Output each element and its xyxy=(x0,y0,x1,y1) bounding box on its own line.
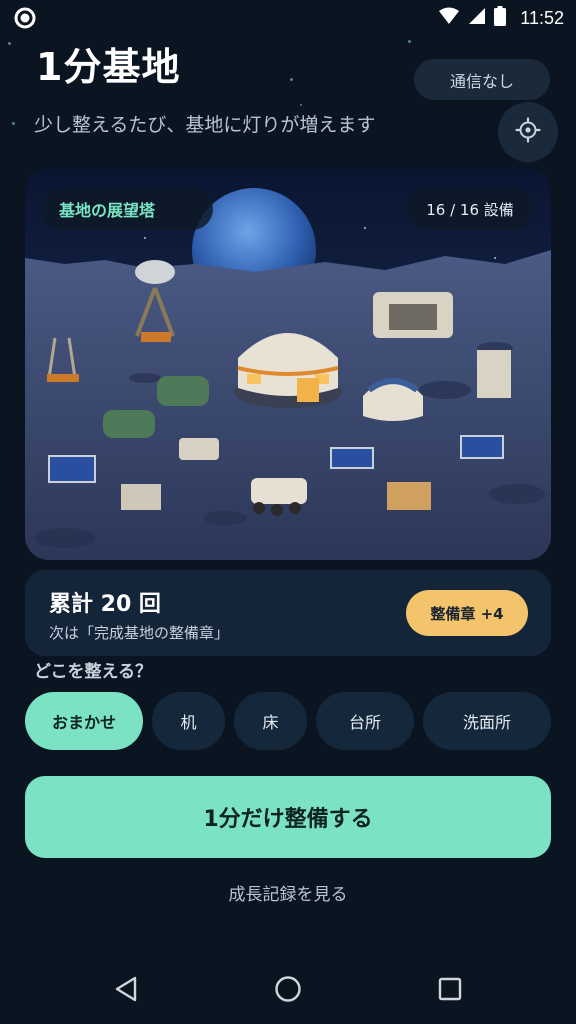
badge-reward-pill[interactable]: 整備章 +4 xyxy=(406,590,528,636)
next-milestone: 次は「完成基地の整備章」 xyxy=(49,624,230,642)
start-maintenance-button[interactable]: 1分だけ整備する xyxy=(25,776,551,858)
offline-status-pill[interactable]: 通信なし xyxy=(414,59,550,100)
status-bar: 11:52 xyxy=(0,0,576,36)
notification-dot-icon xyxy=(14,7,36,29)
settings-button[interactable] xyxy=(498,102,558,162)
area-question: どこを整える？ xyxy=(34,662,152,682)
gear-icon xyxy=(515,117,541,147)
clock: 11:52 xyxy=(520,7,564,28)
star-decoration xyxy=(290,78,293,81)
star-decoration xyxy=(300,104,302,106)
app-subtitle: 少し整えるたび、基地に灯りが増えます xyxy=(34,114,376,136)
system-navigation-bar xyxy=(0,958,576,1024)
star-decoration xyxy=(408,40,411,43)
back-triangle-icon xyxy=(113,975,139,1007)
star-decoration xyxy=(8,42,11,45)
total-count: 累計 20 回 xyxy=(49,592,161,617)
home-circle-icon xyxy=(274,975,302,1007)
growth-history-link[interactable]: 成長記録を見る xyxy=(0,880,576,905)
location-chip: 基地の展望塔 xyxy=(41,188,213,230)
wifi-icon xyxy=(438,7,460,29)
progress-card: 累計 20 回 次は「完成基地の整備章」 整備章 +4 xyxy=(25,570,551,656)
area-chip-washroom[interactable]: 洗面所 xyxy=(423,692,551,750)
area-chip-floor[interactable]: 床 xyxy=(234,692,307,750)
back-button[interactable] xyxy=(109,974,143,1008)
battery-icon xyxy=(494,6,507,30)
equipment-count-chip: 16 / 16 設備 xyxy=(407,188,533,230)
area-chip-omakase[interactable]: おまかせ xyxy=(25,692,143,750)
area-chip-desk[interactable]: 机 xyxy=(152,692,225,750)
recents-button[interactable] xyxy=(433,974,467,1008)
signal-icon xyxy=(468,7,486,29)
home-button[interactable] xyxy=(271,974,305,1008)
star-decoration xyxy=(12,122,15,125)
area-chip-kitchen[interactable]: 台所 xyxy=(316,692,414,750)
app-title: 1分基地 xyxy=(36,45,181,89)
recents-square-icon xyxy=(437,976,463,1006)
base-illustration-card: 基地の展望塔 16 / 16 設備 xyxy=(25,168,551,560)
